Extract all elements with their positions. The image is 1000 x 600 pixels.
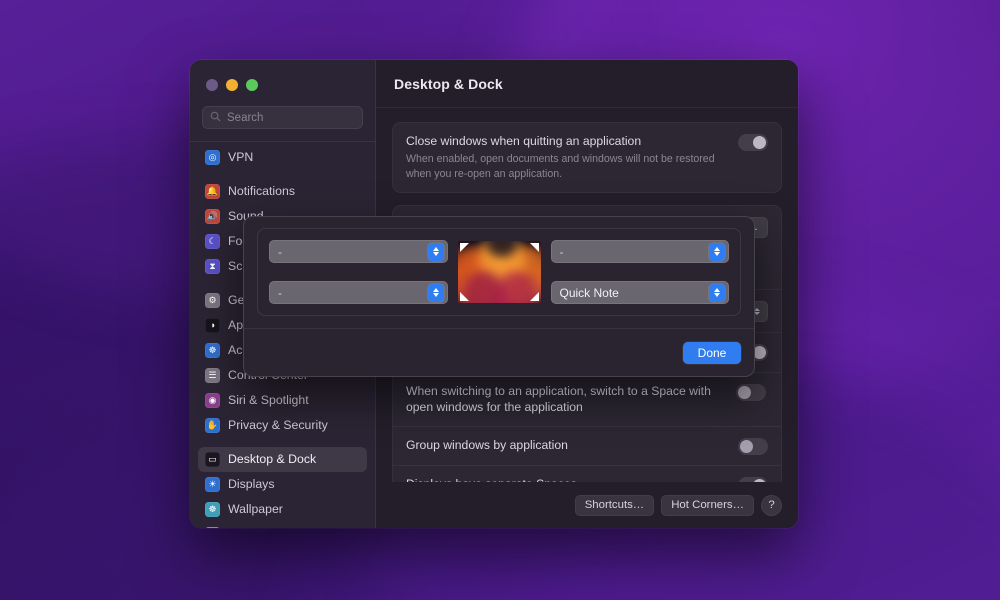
top-right-corner-value: - [559,244,564,259]
sidebar-item-privacy-security[interactable]: ✋ Privacy & Security [198,413,367,438]
corner-marker-bottom-left-icon[interactable] [459,292,469,301]
separate-spaces-toggle[interactable] [738,476,768,482]
hot-corners-left-column: - - [269,240,448,304]
control-center-icon: ☰ [205,367,220,383]
close-button[interactable] [206,79,218,91]
hot-corners-button[interactable]: Hot Corners… [661,494,754,516]
sidebar-item-screen-saver[interactable]: ▣ Screen Saver [198,522,367,528]
sidebar-item-wallpaper[interactable]: ☸ Wallpaper [198,497,367,522]
hot-corners-right-column: - Quick Note [550,240,729,304]
desktop-wallpaper-preview [457,241,541,303]
sound-icon: 🔊 [205,208,220,224]
general-icon: ⚙ [205,292,220,308]
notifications-icon: 🔔 [205,183,220,199]
sidebar-item-label: Desktop & Dock [228,452,317,466]
corner-marker-bottom-right-icon[interactable] [529,292,539,301]
focus-icon: ☾ [205,233,220,249]
sidebar-item-siri-spotlight[interactable]: ◉ Siri & Spotlight [198,388,367,413]
sidebar-item-desktop-dock[interactable]: ▭ Desktop & Dock [198,446,367,472]
shortcuts-button[interactable]: Shortcuts… [574,494,655,516]
wallpaper-icon: ☸ [205,501,220,517]
sidebar-item-label: Privacy & Security [228,418,328,432]
sidebar-item-label: Screen Saver [228,527,303,528]
hot-corners-footer: Done [244,328,754,376]
window-controls [190,74,375,96]
setting-row-close-windows: Close windows when quitting an applicati… [393,123,781,192]
screen-time-icon: ⧗ [205,258,220,274]
displays-icon: ☀ [205,476,220,492]
setting-label: When switching to an application, switch… [406,383,711,415]
top-left-corner-popup[interactable]: - [269,240,448,263]
siri-icon: ◉ [205,392,220,408]
top-left-corner-value: - [278,244,282,259]
sidebar-item-label: Notifications [228,184,295,198]
appearance-icon: ◑ [205,317,220,333]
page-title: Desktop & Dock [394,75,503,92]
done-button[interactable]: Done [683,341,741,364]
setting-row-separate-spaces: Displays have separate Spaces [393,464,781,482]
help-button[interactable]: ? [761,494,782,516]
corner-marker-top-right-icon[interactable] [529,243,539,252]
sidebar-item-displays[interactable]: ☀ Displays [198,472,367,497]
sidebar-group-separator [198,170,367,179]
screen-saver-icon: ▣ [205,526,220,528]
sidebar-group-separator [198,438,367,447]
chevron-up-down-icon [709,242,725,261]
sidebar-divider [190,141,375,142]
accessibility-icon: ☸ [205,342,220,358]
setting-row-switch-space: When switching to an application, switch… [393,371,781,426]
hot-corners-body: - - - Quick Note [244,217,754,316]
search-icon [210,109,221,127]
hot-corners-grid: - - - Quick Note [257,228,741,316]
chevron-up-down-icon [427,242,444,261]
setting-label: Group windows by application [406,437,568,452]
sidebar-item-label: Wallpaper [228,502,283,516]
top-right-corner-popup[interactable]: - [550,240,729,263]
bottom-right-corner-value: Quick Note [559,285,619,300]
vpn-icon: ◎ [205,149,220,165]
minimize-button[interactable] [226,79,238,91]
bottom-left-corner-value: - [278,285,282,300]
sidebar-item-label: Siri & Spotlight [228,393,309,407]
search-input[interactable] [227,111,355,124]
desktop-background: ◎VPN🔔Notifications🔊Sound☾Focus⧗Screen Ti… [0,0,1000,600]
main-header: Desktop & Dock [376,60,798,108]
switch-space-toggle[interactable] [736,383,766,401]
setting-label: Close windows when quitting an applicati… [406,134,642,148]
setting-row-group-windows: Group windows by application [393,425,781,465]
close-windows-card: Close windows when quitting an applicati… [392,122,782,193]
group-windows-toggle[interactable] [738,437,768,455]
sidebar-item-notifications[interactable]: 🔔 Notifications [198,179,367,204]
desktop-dock-icon: ▭ [205,451,220,467]
search-area [190,96,375,135]
corner-marker-top-left-icon[interactable] [459,243,469,252]
sidebar-item-label: Displays [228,477,275,491]
chevron-up-down-icon [709,283,725,302]
sidebar-item-label: VPN [228,150,254,164]
bottom-right-corner-popup[interactable]: Quick Note [550,281,729,304]
setting-description: When enabled, open documents and windows… [406,153,715,181]
bottom-left-corner-popup[interactable]: - [269,281,448,304]
main-footer: Shortcuts… Hot Corners… ? [376,482,798,528]
sidebar-item-vpn[interactable]: ◎ VPN [198,145,367,170]
privacy-icon: ✋ [205,417,220,433]
chevron-up-down-icon [427,283,444,302]
search-box[interactable] [202,106,363,129]
close-windows-toggle[interactable] [738,134,768,151]
zoom-button[interactable] [246,79,258,91]
hot-corners-dialog: - - - Quick Note Done [243,216,755,377]
